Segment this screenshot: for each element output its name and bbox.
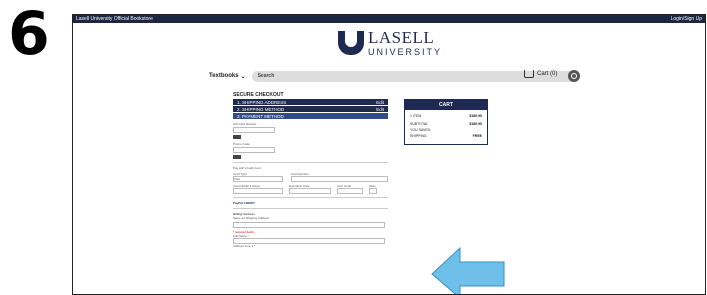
logo-sub: UNIVERSITY bbox=[368, 47, 443, 57]
search-placeholder: Search bbox=[257, 73, 275, 79]
gift-card-input[interactable] bbox=[233, 127, 275, 133]
step-shipping-method[interactable]: 2. SHIPPING METHOD Edit bbox=[233, 106, 388, 112]
step-number: 6 bbox=[8, 0, 50, 69]
top-bar: Lasell University Official Bookstore Log… bbox=[73, 15, 705, 23]
logo-name: LASELL bbox=[368, 28, 435, 47]
cart-row-label: SUBTOTAL bbox=[410, 122, 429, 126]
expiration-select[interactable] bbox=[289, 188, 331, 194]
cvv-input[interactable] bbox=[337, 188, 363, 194]
cart-row-label: YOU SAVED: bbox=[410, 128, 432, 132]
pointer-arrow-icon bbox=[431, 246, 505, 294]
save-label: Save bbox=[369, 184, 376, 188]
cart-row: 1 ITEM $189.95 bbox=[410, 114, 482, 118]
cart-row-label: 1 ITEM bbox=[410, 114, 422, 118]
cart-row-value: $189.95 bbox=[469, 122, 482, 126]
cart-summary: CART 1 ITEM $189.95 SUBTOTAL $189.95 YOU… bbox=[404, 99, 488, 145]
promo-code-input[interactable] bbox=[233, 147, 275, 153]
cart-row-label: SHIPPING bbox=[410, 134, 427, 138]
card-type-select[interactable]: Visa bbox=[233, 176, 283, 182]
university-logo[interactable]: LASELL UNIVERSITY bbox=[338, 29, 442, 57]
textbooks-menu[interactable]: Textbooks ⌄ bbox=[209, 73, 246, 80]
step-shipping-address[interactable]: 1. SHIPPING ADDRESS Edit bbox=[233, 99, 388, 105]
promo-code-label: Promo Code bbox=[233, 142, 250, 146]
step-payment-method[interactable]: 3. PAYMENT METHOD bbox=[233, 113, 388, 119]
cart-row-value: FREE bbox=[472, 134, 482, 138]
step-label: 2. SHIPPING METHOD bbox=[237, 106, 285, 112]
cart-icon bbox=[524, 70, 534, 78]
cardholder-input[interactable] bbox=[233, 188, 283, 194]
paypal-credit-option[interactable]: PayPal CREDIT bbox=[233, 201, 388, 205]
step-edit-link[interactable]: Edit bbox=[376, 100, 384, 105]
step-label: 3. PAYMENT METHOD bbox=[237, 113, 284, 119]
browser-screenshot: Lasell University Official Bookstore Log… bbox=[72, 14, 706, 295]
same-as-shipping-radio[interactable]: Same as Shipping Address bbox=[233, 216, 388, 220]
step-label: 1. SHIPPING ADDRESS bbox=[237, 99, 287, 105]
cart-row: YOU SAVED: bbox=[410, 128, 482, 132]
cart-title: CART bbox=[405, 100, 487, 110]
store-name[interactable]: Lasell University Official Bookstore bbox=[76, 16, 153, 22]
cart-row: SUBTOTAL $189.95 bbox=[410, 122, 482, 126]
login-link[interactable]: Login/Sign Up bbox=[671, 16, 702, 22]
textbooks-label: Textbooks bbox=[209, 73, 239, 79]
apply-promo-button[interactable] bbox=[233, 155, 241, 159]
cart-row: SHIPPING FREE bbox=[410, 134, 482, 138]
saved-address-select[interactable] bbox=[233, 222, 385, 228]
address-label: Address Line 1 * bbox=[233, 244, 256, 248]
shield-logo-icon bbox=[338, 31, 364, 55]
checkout-form: SECURE CHECKOUT 1. SHIPPING ADDRESS Edit… bbox=[233, 92, 388, 248]
cart-link-label: Cart (0) bbox=[537, 71, 558, 77]
cart-link[interactable]: Cart (0) bbox=[524, 70, 557, 78]
search-icon[interactable] bbox=[568, 69, 580, 82]
cart-row-value: $189.95 bbox=[469, 114, 482, 118]
chevron-down-icon: ⌄ bbox=[240, 73, 246, 80]
checkout-title: SECURE CHECKOUT bbox=[233, 92, 284, 98]
save-checkbox[interactable] bbox=[369, 188, 377, 194]
apply-gift-card-button[interactable] bbox=[233, 135, 241, 139]
gift-card-label: Gift Card Number bbox=[233, 122, 257, 126]
step-edit-link[interactable]: Edit bbox=[376, 107, 384, 112]
pay-credit-radio[interactable]: Pay with Credit Card bbox=[233, 166, 388, 170]
card-number-input[interactable] bbox=[291, 176, 388, 182]
